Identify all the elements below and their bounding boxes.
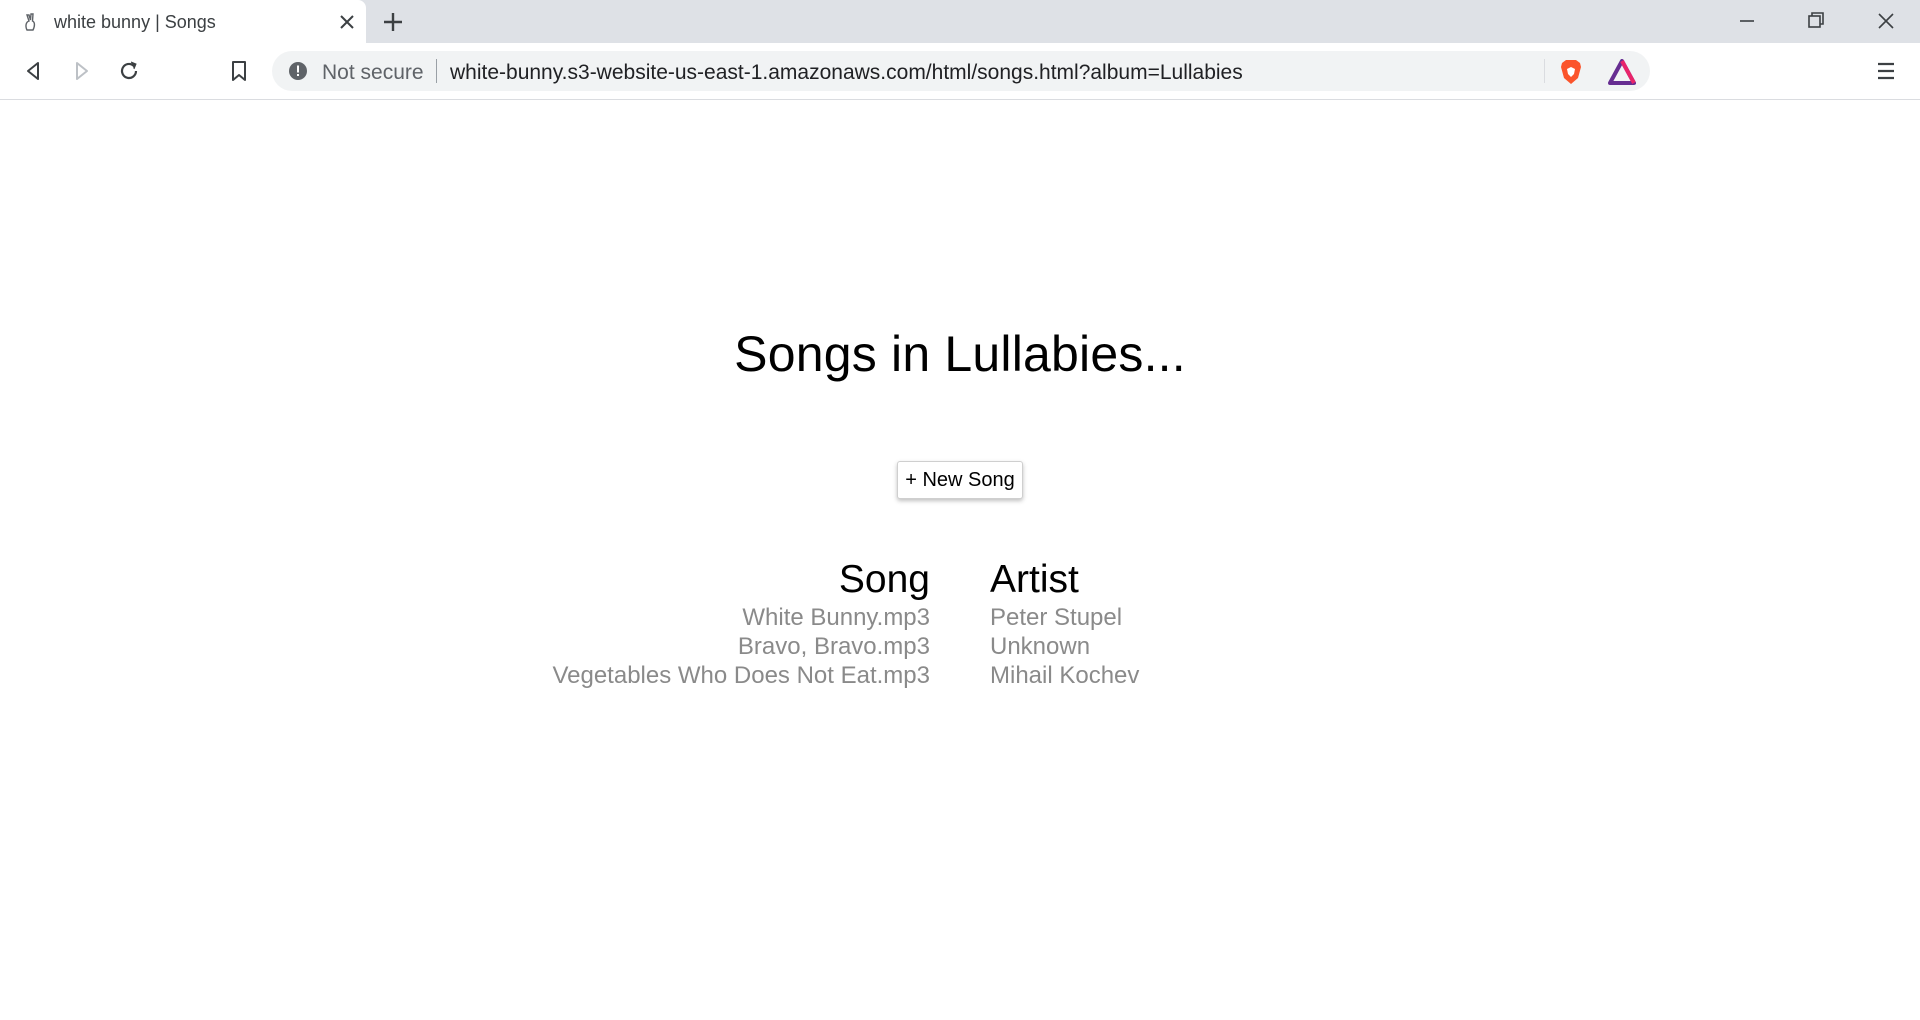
- page-content: Songs in Lullabies... + New Song Song Ar…: [0, 100, 1920, 1020]
- artist-cell: Unknown: [990, 633, 1091, 660]
- song-cell: Vegetables Who Does Not Eat.mp3: [552, 662, 930, 689]
- menu-icon[interactable]: [1872, 57, 1900, 85]
- url-text[interactable]: white-bunny.s3-website-us-east-1.amazona…: [450, 61, 1243, 85]
- info-icon[interactable]: [288, 61, 308, 81]
- browser-toolbar: Not secure white-bunny.s3-website-us-eas…: [0, 43, 1920, 100]
- tab-title: white bunny | Songs: [54, 12, 216, 32]
- back-icon[interactable]: [20, 57, 48, 85]
- browser-tab[interactable]: white bunny | Songs: [0, 0, 366, 43]
- security-label[interactable]: Not secure: [322, 61, 424, 85]
- restore-icon[interactable]: [1803, 8, 1829, 34]
- plus-icon[interactable]: [380, 9, 406, 35]
- new-song-button[interactable]: + New Song: [897, 461, 1023, 499]
- close-icon[interactable]: [336, 11, 358, 33]
- reload-icon[interactable]: [115, 57, 143, 85]
- minimize-icon[interactable]: [1734, 8, 1760, 34]
- omnibox-divider: [1544, 59, 1545, 83]
- address-bar[interactable]: Not secure white-bunny.s3-website-us-eas…: [272, 51, 1650, 91]
- tab-strip: white bunny | Songs: [0, 0, 1920, 43]
- omnibox-divider: [436, 59, 437, 83]
- bookmark-icon[interactable]: [225, 57, 253, 85]
- artist-cell: Peter Stupel: [990, 604, 1123, 631]
- artist-cell: Mihail Kochev: [990, 662, 1140, 689]
- brave-rewards-icon[interactable]: [1608, 59, 1636, 85]
- artist-column-header: Artist: [990, 558, 1079, 601]
- page-title: Songs in Lullabies...: [734, 326, 1186, 382]
- song-column-header: Song: [838, 558, 930, 601]
- song-cell: Bravo, Bravo.mp3: [737, 633, 930, 660]
- forward-icon[interactable]: [67, 57, 95, 85]
- brave-shield-icon[interactable]: [1558, 58, 1584, 86]
- songs-table: Song Artist White Bunny.mp3 Peter Stupel…: [0, 558, 1920, 708]
- window-close-icon[interactable]: [1873, 8, 1899, 34]
- song-cell: White Bunny.mp3: [742, 604, 930, 631]
- bunny-favicon-icon: [25, 13, 36, 31]
